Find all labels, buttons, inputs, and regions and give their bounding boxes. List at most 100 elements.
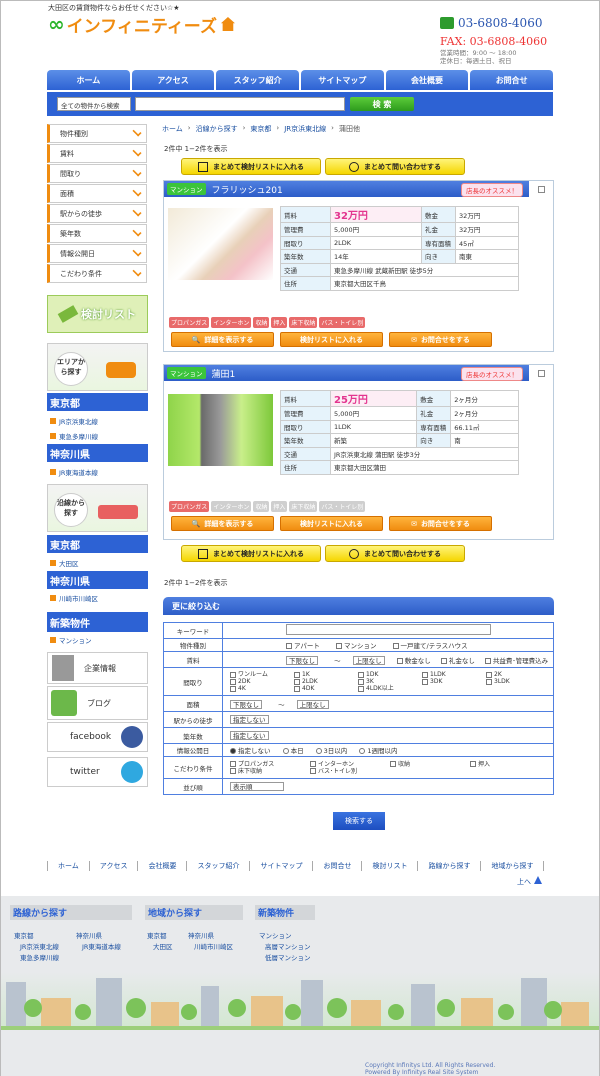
search-input[interactable] bbox=[135, 97, 345, 111]
area-max-select[interactable]: 上限なし bbox=[296, 699, 329, 709]
refine-search-button[interactable]: 検索する bbox=[333, 812, 385, 830]
kodawari-propane[interactable]: プロパンガス bbox=[230, 761, 310, 768]
age-select[interactable]: 指定しない bbox=[230, 731, 269, 740]
new-link-mansion[interactable]: マンション bbox=[50, 635, 92, 645]
type-mansion[interactable]: マンション bbox=[335, 642, 376, 650]
twitter-link[interactable]: twitter bbox=[47, 757, 148, 787]
sidebar-cat-layout[interactable]: 間取り bbox=[47, 164, 147, 183]
breadcrumb-home[interactable]: ホーム bbox=[162, 124, 183, 134]
footer-chiiki-kanagawa[interactable]: 神奈川県 bbox=[188, 930, 214, 940]
rent-opt-mgmt[interactable]: 共益費･管理費込み bbox=[484, 657, 548, 665]
fnav-sitemap[interactable]: サイトマップ bbox=[250, 861, 314, 871]
sidebar-cat-walk[interactable]: 駅からの徒歩 bbox=[47, 204, 147, 223]
layout-1k[interactable]: 1K bbox=[294, 671, 358, 678]
kodawari-closet[interactable]: 押入 bbox=[470, 761, 550, 768]
pub-3days[interactable]: 3日以内 bbox=[315, 747, 347, 755]
fnav-home[interactable]: ホーム bbox=[47, 861, 90, 871]
kodawari-intercom[interactable]: インターホン bbox=[310, 761, 390, 768]
property-photo[interactable] bbox=[168, 208, 273, 280]
bulk-inquire-button[interactable]: まとめて問い合わせする bbox=[325, 545, 465, 562]
layout-4dk[interactable]: 4DK bbox=[294, 685, 358, 692]
layout-3k[interactable]: 3K bbox=[358, 678, 422, 685]
rent-max-select[interactable]: 上限なし bbox=[352, 655, 385, 665]
back-to-top-link[interactable]: 上へ bbox=[517, 876, 542, 887]
kento-list-banner[interactable]: 検討リスト bbox=[47, 295, 148, 333]
sidebar-cat-kodawari[interactable]: こだわり条件 bbox=[47, 264, 147, 283]
layout-2dk[interactable]: 2DK bbox=[230, 678, 294, 685]
contact-button[interactable]: ✉ お問合せをする bbox=[389, 516, 492, 531]
breadcrumb-tokyo[interactable]: 東京都 bbox=[250, 124, 271, 134]
type-apartment[interactable]: アパート bbox=[286, 642, 320, 650]
facebook-link[interactable]: facebook bbox=[47, 722, 148, 752]
line-link-kawasaki[interactable]: 川崎市川崎区 bbox=[50, 593, 98, 603]
sidebar-cat-age[interactable]: 築年数 bbox=[47, 224, 147, 243]
footer-link-tokyu[interactable]: 東急多摩川線 bbox=[20, 952, 59, 962]
fnav-kento[interactable]: 検討リスト bbox=[362, 861, 419, 871]
footer-link-mansion[interactable]: マンション bbox=[259, 930, 292, 940]
select-checkbox[interactable] bbox=[538, 370, 545, 377]
fnav-staff[interactable]: スタッフ紹介 bbox=[187, 861, 251, 871]
nav-access[interactable]: アクセス bbox=[131, 70, 215, 90]
footer-chiiki-tokyo[interactable]: 東京都 bbox=[147, 930, 167, 940]
footer-link-ota[interactable]: 大田区 bbox=[153, 941, 173, 951]
fnav-access[interactable]: アクセス bbox=[90, 861, 139, 871]
bulk-add-list-button[interactable]: まとめて検討リストに入れる bbox=[181, 158, 321, 175]
area-link-tokyu-tamagawa[interactable]: 東急多摩川線 bbox=[50, 431, 98, 441]
sidebar-cat-rent[interactable]: 賃料 bbox=[47, 144, 147, 163]
layout-1dk[interactable]: 1DK bbox=[358, 671, 422, 678]
fnav-contact[interactable]: お問合せ bbox=[313, 861, 363, 871]
footer-link-kawasaki[interactable]: 川崎市川崎区 bbox=[194, 941, 233, 951]
pub-any[interactable]: 指定しない bbox=[230, 747, 271, 755]
pub-1week[interactable]: 1週間以内 bbox=[359, 747, 398, 755]
sidebar-cat-pub[interactable]: 情報公開日 bbox=[47, 244, 147, 263]
fnav-rosen[interactable]: 路線から探す bbox=[418, 861, 482, 871]
line-search-banner[interactable]: 沿線から探す bbox=[47, 484, 148, 532]
layout-1ldk[interactable]: 1LDK bbox=[422, 671, 486, 678]
property-photo[interactable] bbox=[168, 394, 273, 466]
rent-opt-no-key[interactable]: 礼金なし bbox=[440, 657, 475, 665]
line-pref-kanagawa[interactable]: 神奈川県 bbox=[47, 571, 148, 589]
footer-rosen-kanagawa[interactable]: 神奈川県 bbox=[76, 930, 102, 940]
property-name[interactable]: 蒲田1 bbox=[212, 367, 236, 380]
rent-opt-no-deposit[interactable]: 敷金なし bbox=[396, 657, 431, 665]
nav-sitemap[interactable]: サイトマップ bbox=[301, 70, 384, 90]
bulk-add-list-button[interactable]: まとめて検討リストに入れる bbox=[181, 545, 321, 562]
area-link-jr-keihin[interactable]: JR京浜東北線 bbox=[50, 416, 98, 426]
sidebar-cat-area[interactable]: 面積 bbox=[47, 184, 147, 203]
select-checkbox[interactable] bbox=[538, 186, 545, 193]
layout-3ldk[interactable]: 3LDK bbox=[486, 678, 550, 685]
footer-link-jr-tokaido[interactable]: JR東海道本線 bbox=[82, 941, 121, 951]
fnav-company[interactable]: 会社概要 bbox=[138, 861, 188, 871]
search-scope-select[interactable]: 全ての物件から検索 bbox=[57, 97, 131, 111]
area-pref-kanagawa[interactable]: 神奈川県 bbox=[47, 444, 148, 462]
nav-home[interactable]: ホーム bbox=[47, 70, 130, 90]
layout-1r[interactable]: ワンルーム bbox=[230, 671, 294, 678]
bulk-inquire-button[interactable]: まとめて問い合わせする bbox=[325, 158, 465, 175]
breadcrumb-jr[interactable]: JR京浜東北線 bbox=[284, 124, 326, 134]
blog-link[interactable]: ブログ bbox=[47, 686, 148, 720]
kodawari-underfloor[interactable]: 床下収納 bbox=[230, 768, 310, 775]
search-button[interactable]: 検 索 bbox=[350, 97, 414, 111]
layout-4ldk[interactable]: 4LDK以上 bbox=[358, 685, 422, 692]
company-info-link[interactable]: 企業情報 bbox=[47, 652, 148, 684]
nav-staff[interactable]: スタッフ紹介 bbox=[216, 70, 300, 90]
area-min-select[interactable]: 下限なし bbox=[230, 699, 262, 709]
area-link-jr-tokaido[interactable]: JR東海道本線 bbox=[50, 467, 98, 477]
footer-link-low-rise[interactable]: 低層マンション bbox=[265, 952, 311, 962]
site-logo[interactable]: ∞ インフィニティーズ bbox=[48, 12, 235, 37]
detail-button[interactable]: 🔍 詳細を表示する bbox=[171, 516, 274, 531]
line-link-ota[interactable]: 大田区 bbox=[50, 558, 79, 568]
footer-link-jr-keihin[interactable]: JR京浜東北線 bbox=[20, 941, 59, 951]
fnav-chiiki[interactable]: 地域から探す bbox=[481, 861, 545, 871]
contact-button[interactable]: ✉ お問合せをする bbox=[389, 332, 492, 347]
kodawari-bath-toilet[interactable]: バス･トイレ別 bbox=[310, 768, 390, 775]
line-pref-tokyo[interactable]: 東京都 bbox=[47, 535, 148, 553]
sort-select[interactable]: 表示順 bbox=[230, 782, 284, 791]
pub-today[interactable]: 本日 bbox=[282, 747, 304, 755]
property-header[interactable]: マンション フラリッシュ201 店長のオススメ！ bbox=[164, 181, 529, 197]
sidebar-cat-type[interactable]: 物件種別 bbox=[47, 124, 147, 143]
footer-rosen-tokyo[interactable]: 東京都 bbox=[14, 930, 34, 940]
layout-2ldk[interactable]: 2LDK bbox=[294, 678, 358, 685]
rent-min-select[interactable]: 下限なし bbox=[286, 655, 318, 665]
type-house[interactable]: 一戸建て/テラスハウス bbox=[392, 642, 468, 650]
